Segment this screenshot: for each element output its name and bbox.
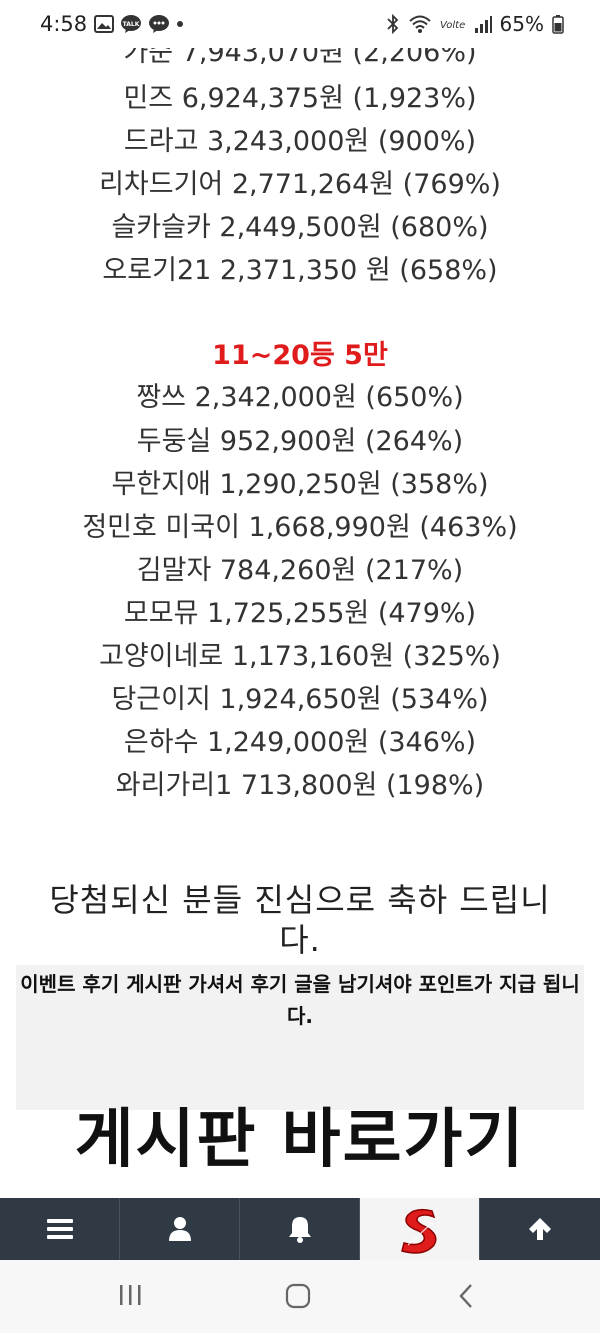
dot-icon — [177, 21, 183, 27]
arrow-up-icon — [529, 1218, 551, 1240]
home-icon — [285, 1283, 311, 1309]
status-right: Volte 65% — [386, 12, 564, 36]
bell-icon — [288, 1217, 311, 1243]
list-item: 정민호 미국이 1,668,990원 (463%) — [82, 512, 518, 543]
volte-icon: Volte — [440, 20, 465, 31]
signal-icon — [474, 16, 492, 33]
svg-text:TALK: TALK — [123, 21, 140, 28]
image-icon — [94, 15, 114, 33]
site-logo — [400, 1208, 436, 1254]
notification-icons: TALK — [94, 14, 184, 34]
list-item: 은하수 1,249,000원 (346%) — [123, 727, 477, 758]
back-button[interactable] — [456, 1282, 476, 1314]
menu-icon — [46, 1219, 73, 1239]
list-item: 오로기21 2,371,350 원 (658%) — [102, 255, 498, 286]
list-item: 드라고 3,243,000원 (900%) — [123, 126, 477, 157]
list-item: 와리가리1 713,800원 (198%) — [115, 770, 485, 801]
list-item: 두둥실 952,900원 (264%) — [136, 426, 464, 457]
list-item: 리차드기어 2,771,264원 (769%) — [99, 169, 501, 200]
list-item: 슬카슬카 2,449,500원 (680%) — [111, 212, 489, 243]
notice-text: 이벤트 후기 게시판 가셔서 후기 글을 남기셔야 포인트가 지급 됩니다. — [20, 972, 580, 1028]
chat-icon — [149, 15, 169, 33]
post-content: 가준 7,943,070원 (2,206%) 민즈 6,924,375원 (1,… — [0, 0, 600, 1198]
rank-section-header: 11~20등 5만 — [212, 340, 388, 371]
menu-button[interactable] — [0, 1198, 120, 1260]
battery-icon — [552, 15, 564, 34]
list-item: 무한지애 1,290,250원 (358%) — [111, 469, 489, 500]
status-bar: 4:58 TALK Volte 65% — [0, 0, 600, 48]
list-item: 고양이네로 1,173,160원 (325%) — [99, 641, 501, 672]
system-nav-bar — [0, 1260, 600, 1333]
wifi-icon — [408, 15, 431, 33]
notification-button[interactable] — [240, 1198, 360, 1260]
recents-button[interactable] — [117, 1282, 143, 1312]
site-logo-button[interactable] — [360, 1198, 480, 1260]
home-button[interactable] — [284, 1282, 312, 1314]
bluetooth-icon — [386, 14, 398, 34]
list-item: 짱쓰 2,342,000원 (650%) — [136, 382, 464, 413]
status-time: 4:58 — [40, 12, 88, 36]
bottom-nav — [0, 1198, 600, 1260]
svg-text:Volte: Volte — [440, 20, 465, 31]
back-icon — [459, 1284, 472, 1308]
user-button[interactable] — [120, 1198, 240, 1260]
talk-icon: TALK — [121, 15, 141, 33]
scroll-top-button[interactable] — [480, 1198, 600, 1260]
recents-icon — [120, 1285, 141, 1305]
user-icon — [168, 1217, 191, 1241]
congrats-message: 당첨되신 분들 진심으로 축하 드립니다. — [49, 881, 551, 959]
list-item: 김말자 784,260원 (217%) — [136, 555, 464, 586]
list-item: 민즈 6,924,375원 (1,923%) — [123, 83, 477, 114]
battery-percent: 65% — [499, 12, 544, 36]
list-item: 모모뮤 1,725,255원 (479%) — [123, 598, 477, 629]
list-item: 당근이지 1,924,650원 (534%) — [111, 684, 489, 715]
board-link[interactable]: 게시판 바로가기 — [0, 1088, 600, 1180]
